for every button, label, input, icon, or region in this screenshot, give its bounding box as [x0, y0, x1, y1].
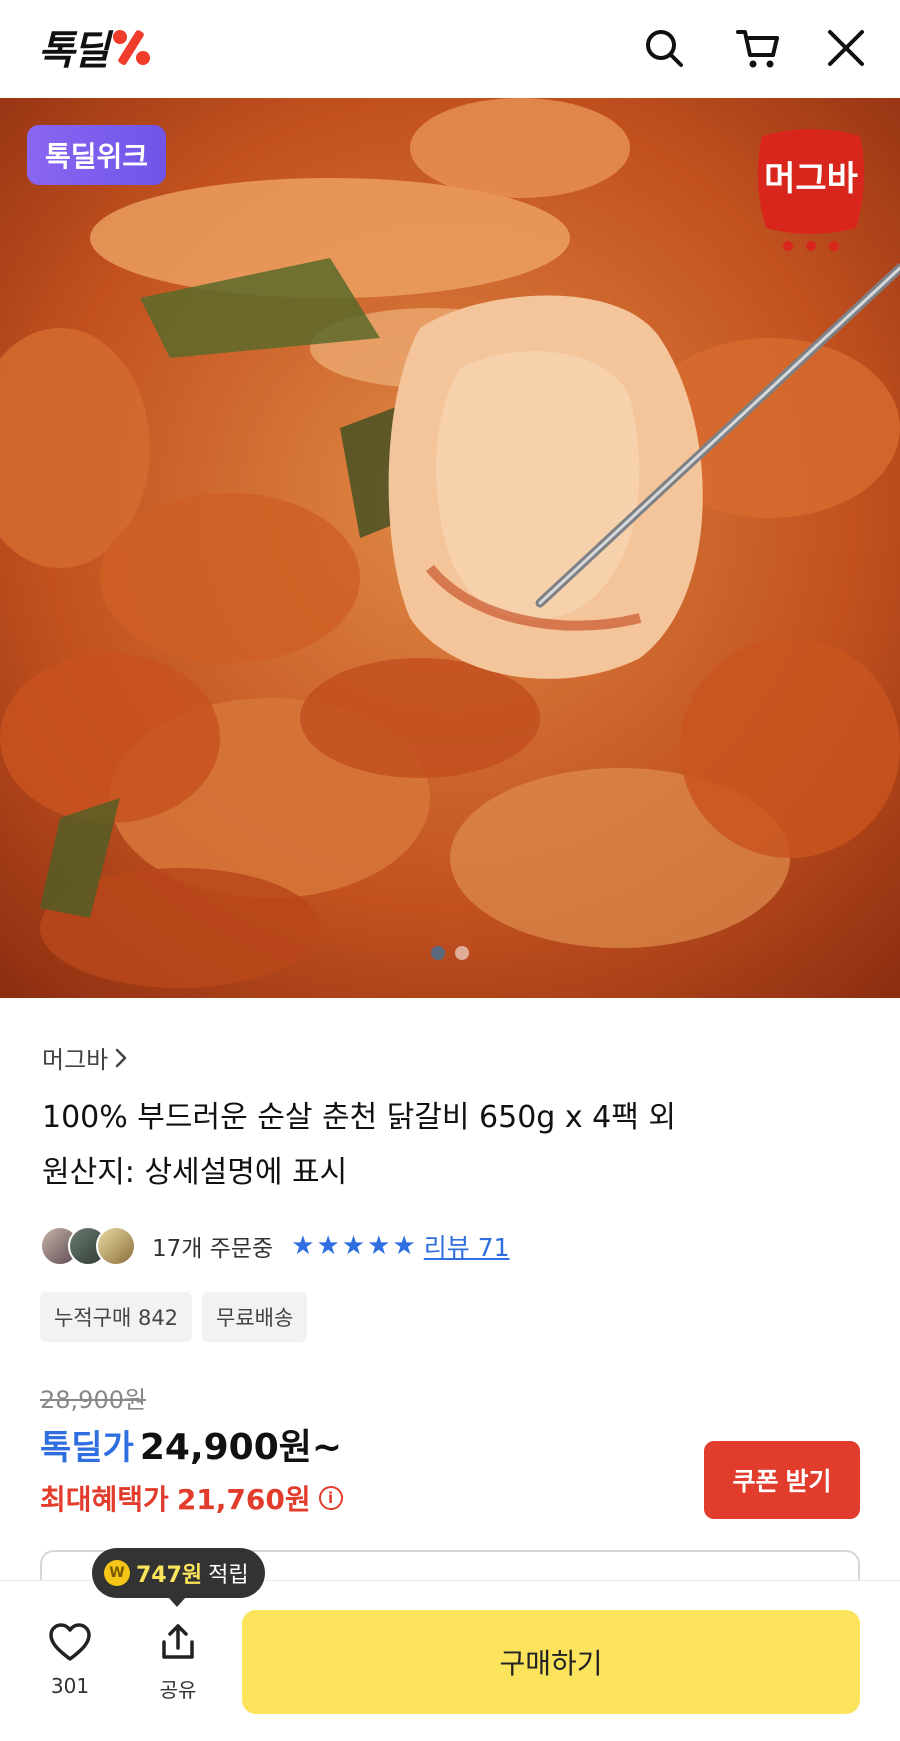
coin-icon: W: [104, 1560, 130, 1586]
max-benefit-price: 21,760원: [176, 1483, 311, 1516]
tooltip-tail: [168, 1597, 186, 1607]
chevron-right-icon: [116, 1048, 127, 1067]
deal-price-row: 톡딜가 24,900원~: [40, 1418, 342, 1470]
points-tooltip: W 747원 적립: [92, 1548, 265, 1598]
product-image-carousel[interactable]: 톡딜위크 머그바: [0, 98, 900, 998]
max-benefit-label: 최대혜택가: [40, 1483, 169, 1516]
close-icon[interactable]: [822, 24, 870, 72]
share-label: 공유: [159, 1678, 197, 1702]
social-proof-row: 17개 주문중 ★ ★ ★ ★ ★ 리뷰 71: [40, 1224, 510, 1268]
info-icon[interactable]: i: [318, 1486, 343, 1510]
order-count: 17개 주문중: [152, 1236, 274, 1262]
original-price: 28,900원: [40, 1386, 147, 1414]
star-icon: ★: [291, 1231, 315, 1261]
brand-link[interactable]: 머그바: [42, 1040, 128, 1075]
brand-logo-text: 머그바: [764, 159, 858, 199]
brand-name: 머그바: [42, 1046, 109, 1074]
avatar: [96, 1226, 136, 1266]
tag-free-shipping: 무료배송: [202, 1292, 308, 1342]
like-button[interactable]: 301: [35, 1622, 105, 1698]
deal-price: 24,900원~: [139, 1427, 343, 1468]
review-link[interactable]: 리뷰 71: [424, 1228, 510, 1264]
share-button[interactable]: 공유: [143, 1622, 213, 1703]
get-coupon-button[interactable]: 쿠폰 받기: [704, 1441, 860, 1519]
heart-icon: [49, 1623, 91, 1661]
talkdeal-week-badge: 톡딜위크: [27, 125, 167, 185]
search-icon[interactable]: [640, 24, 688, 72]
star-icon: ★: [392, 1231, 416, 1261]
logo-text: 톡딜: [38, 28, 110, 74]
star-icon: ★: [367, 1231, 391, 1261]
talkdeal-logo[interactable]: 톡딜: [38, 22, 154, 74]
product-origin: 원산지: 상세설명에 표시: [42, 1155, 348, 1190]
brand-logo-mugba: 머그바: [752, 122, 870, 252]
like-count: 301: [50, 1674, 90, 1698]
cart-icon[interactable]: [734, 24, 782, 72]
percent-logo-mark: [112, 30, 150, 65]
buyer-avatars: [40, 1226, 136, 1266]
product-tags: 누적구매 842 무료배송: [40, 1292, 308, 1342]
deal-price-label: 톡딜가: [40, 1428, 134, 1468]
points-amount: 747원: [136, 1563, 203, 1588]
star-icon: ★: [316, 1231, 340, 1261]
product-title: 100% 부드러운 순살 춘천 닭갈비 650g x 4팩 외: [42, 1100, 676, 1135]
buy-button[interactable]: 구매하기: [242, 1610, 860, 1714]
carousel-dot[interactable]: [431, 946, 445, 960]
rating-stars: ★ ★ ★ ★ ★: [291, 1233, 416, 1259]
max-benefit-row: 최대혜택가 21,760원 i: [40, 1478, 343, 1518]
star-icon: ★: [341, 1231, 366, 1261]
carousel-indicator: [0, 946, 900, 960]
carousel-dot[interactable]: [455, 946, 469, 960]
share-icon: [162, 1624, 194, 1659]
top-header: 톡딜: [0, 0, 900, 98]
points-suffix: 적립: [208, 1563, 249, 1588]
tag-cumulative-purchases: 누적구매 842: [40, 1292, 193, 1342]
